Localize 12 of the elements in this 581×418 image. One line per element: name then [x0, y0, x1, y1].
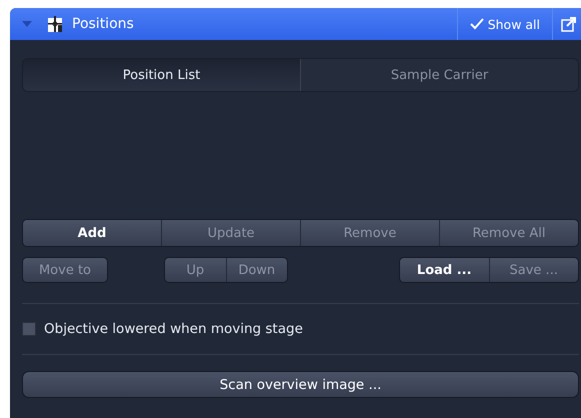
external-window-icon[interactable] [561, 16, 577, 32]
check-icon [470, 18, 484, 30]
scan-button[interactable]: Scan overview image ... [22, 371, 579, 398]
checkbox-label: Objective lowered when moving stage [44, 321, 303, 337]
list-button[interactable]: Add [23, 220, 161, 246]
show-all-toggle[interactable]: Show all [456, 8, 553, 40]
tab[interactable]: Position List [23, 59, 301, 91]
panel-title: Positions [72, 16, 135, 32]
grid-icon [48, 16, 62, 32]
file-button[interactable]: Load ... [400, 258, 488, 282]
collapse-arrow-icon[interactable] [22, 21, 32, 27]
checkbox[interactable] [22, 322, 36, 336]
